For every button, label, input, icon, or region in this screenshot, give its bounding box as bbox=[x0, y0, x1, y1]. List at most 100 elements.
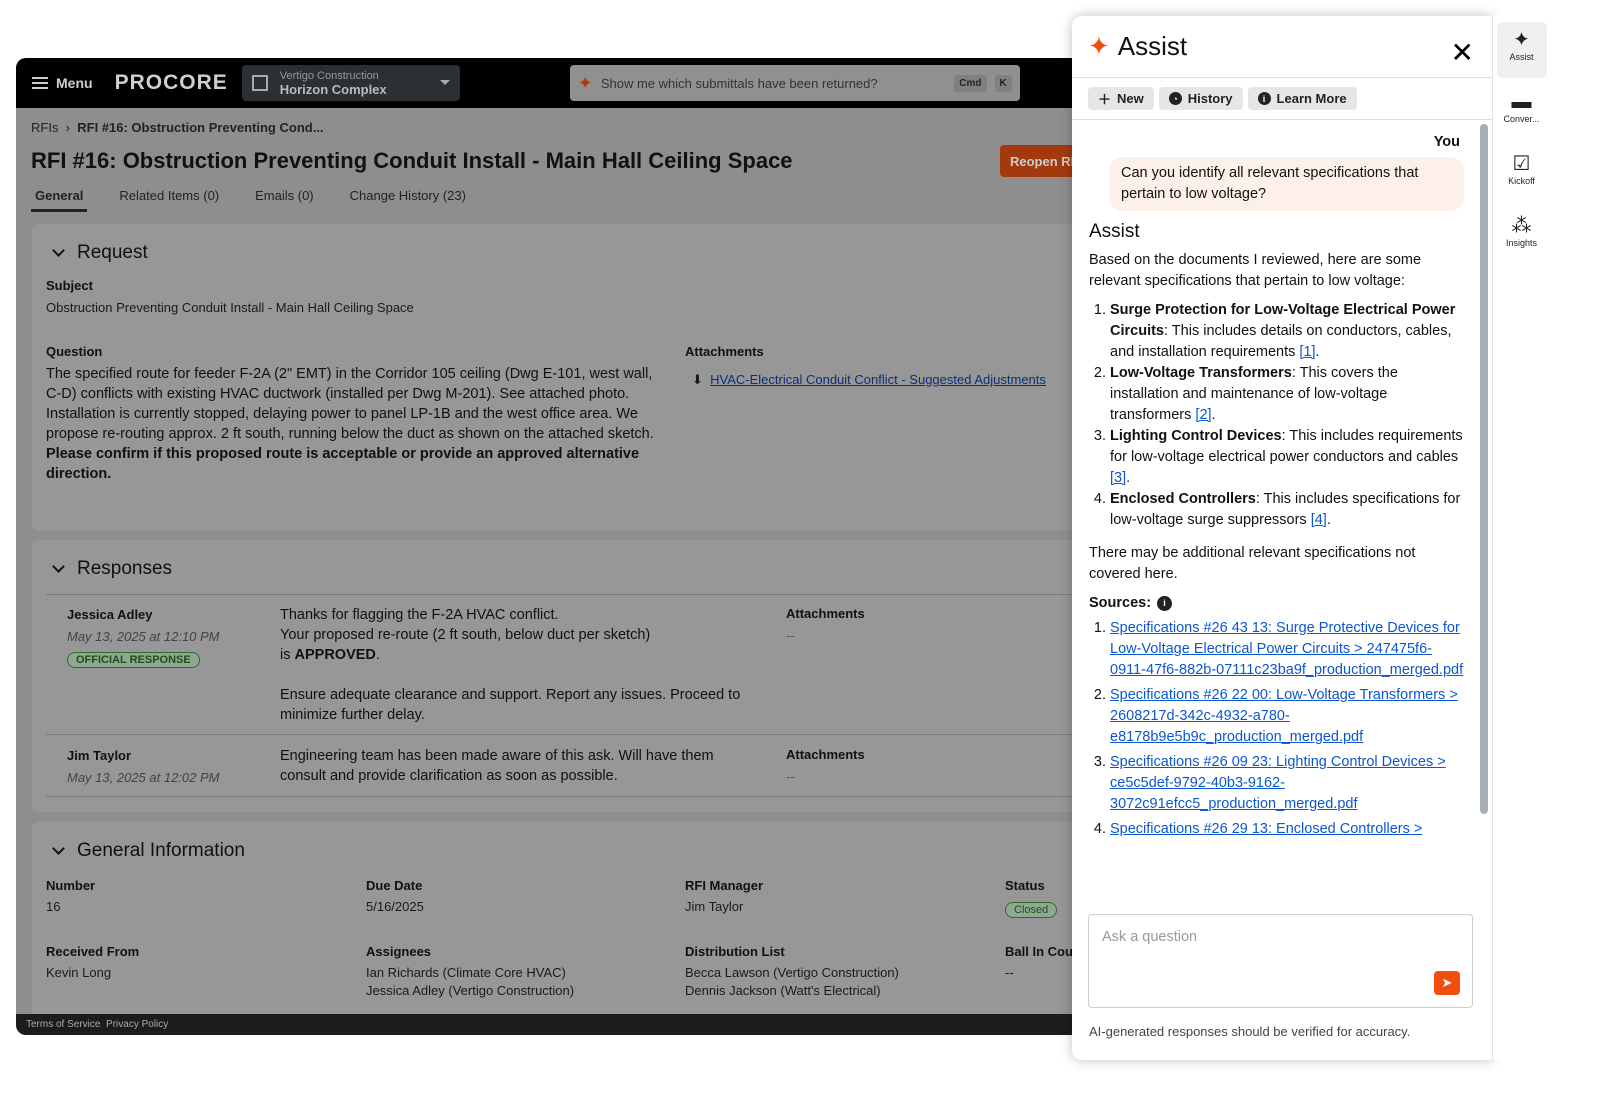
citation-link[interactable]: [2] bbox=[1195, 407, 1211, 423]
cloud-download-icon: ⬇ bbox=[692, 372, 703, 387]
project-selector[interactable]: Vertigo Construction Horizon Complex bbox=[241, 65, 460, 101]
subject-value: Obstruction Preventing Conduit Install -… bbox=[46, 300, 414, 315]
terms-link[interactable]: Terms of Service bbox=[26, 1019, 100, 1030]
tab-emails[interactable]: Emails (0) bbox=[251, 186, 318, 212]
responses-toggle[interactable]: Responses bbox=[52, 558, 172, 580]
subject-label: Subject bbox=[46, 278, 93, 293]
spec-title: Low-Voltage Transformers bbox=[1110, 365, 1292, 381]
send-button[interactable]: ➤ bbox=[1434, 971, 1460, 995]
assist-search-bar[interactable]: ✦ Show me which submittals have been retu… bbox=[569, 65, 1020, 101]
assist-intro: Based on the documents I reviewed, here … bbox=[1089, 252, 1422, 289]
learn-more-label: Learn More bbox=[1276, 91, 1347, 106]
breadcrumb-current: RFI #16: Obstruction Preventing Cond... bbox=[77, 120, 324, 135]
response-date: May 13, 2025 at 12:02 PM bbox=[67, 770, 220, 785]
general-info-toggle[interactable]: General Information bbox=[52, 840, 245, 862]
distribution-list: Becca Lawson (Vertigo Construction) Denni… bbox=[685, 964, 899, 1000]
sources-label: Sources: bbox=[1089, 595, 1152, 611]
source-link[interactable]: Specifications #26 09 23: Lighting Contr… bbox=[1110, 754, 1446, 812]
spec-title: Lighting Control Devices bbox=[1110, 428, 1282, 444]
assignees-list: Ian Richards (Climate Core HVAC) Jessica … bbox=[366, 964, 574, 1000]
source-link[interactable]: Specifications #26 43 13: Surge Protecti… bbox=[1110, 620, 1463, 678]
response-line: Your proposed re-route (2 ft south, belo… bbox=[280, 627, 651, 643]
status-badge: Closed bbox=[1005, 900, 1058, 918]
general-information-section: General Information Number 16 Due Date 5… bbox=[32, 822, 1092, 1022]
distribution-list-label: Distribution List bbox=[685, 944, 785, 959]
ball-in-court-label: Ball In Court bbox=[1005, 944, 1083, 959]
question-body: The specified route for feeder F-2A (2" … bbox=[46, 364, 671, 484]
rail-insights[interactable]: ⁂ Insights bbox=[1497, 208, 1547, 264]
section-heading: General Information bbox=[77, 840, 245, 861]
user-label: You bbox=[1433, 134, 1460, 150]
scrollbar[interactable] bbox=[1480, 124, 1488, 814]
rail-label: Insights bbox=[1505, 238, 1538, 248]
new-label: New bbox=[1117, 91, 1144, 106]
rail-conversations[interactable]: ▬ Conver... bbox=[1497, 84, 1547, 140]
tab-general[interactable]: General bbox=[31, 186, 88, 212]
menu-button[interactable]: Menu bbox=[32, 75, 93, 91]
source-link[interactable]: Specifications #26 29 13: Enclosed Contr… bbox=[1110, 821, 1422, 837]
status-value: Closed bbox=[1005, 902, 1058, 918]
assist-title: Assist bbox=[1117, 31, 1188, 61]
insights-sparkle-icon: ⁂ bbox=[1511, 215, 1532, 237]
user-message: Can you identify all relevant specificat… bbox=[1109, 157, 1464, 211]
citation-link[interactable]: [4] bbox=[1311, 512, 1327, 528]
official-response-badge: OFFICIAL RESPONSE bbox=[67, 650, 200, 668]
text: is bbox=[280, 647, 295, 663]
info-icon: i bbox=[1257, 92, 1271, 105]
question-label: Question bbox=[46, 344, 103, 359]
request-section: Request Subject Obstruction Preventing C… bbox=[32, 224, 1092, 530]
caret-down-icon bbox=[439, 80, 450, 90]
text: . bbox=[375, 647, 380, 663]
learn-more-button[interactable]: i Learn More bbox=[1247, 87, 1357, 110]
attachment-link[interactable]: HVAC-Electrical Conduit Conflict - Sugge… bbox=[710, 372, 1046, 387]
page-title: RFI #16: Obstruction Preventing Conduit … bbox=[31, 148, 793, 173]
history-label: History bbox=[1187, 91, 1233, 106]
rail-label: Kickoff bbox=[1508, 176, 1535, 186]
rail-kickoff[interactable]: ☑ Kickoff bbox=[1497, 146, 1547, 202]
citation-link[interactable]: [3] bbox=[1110, 470, 1126, 486]
responder-name: Jim Taylor bbox=[67, 748, 132, 763]
spec-item: Lighting Control Devices: This includes … bbox=[1110, 426, 1464, 489]
plus-icon: ＋ bbox=[1098, 92, 1112, 107]
close-button[interactable]: ✕ bbox=[1451, 36, 1474, 69]
spec-title: Enclosed Controllers bbox=[1110, 491, 1256, 507]
breadcrumb: RFIs › RFI #16: Obstruction Preventing C… bbox=[31, 120, 324, 135]
tab-change-history[interactable]: Change History (23) bbox=[346, 186, 470, 212]
source-item: Specifications #26 43 13: Surge Protecti… bbox=[1110, 618, 1464, 681]
divider bbox=[46, 734, 1092, 735]
input-placeholder: Ask a question bbox=[1102, 929, 1198, 945]
assist-label: Assist bbox=[1089, 221, 1140, 242]
history-button[interactable]: ◔ History bbox=[1158, 87, 1243, 110]
assist-header: ✦ Assist bbox=[1072, 16, 1492, 78]
section-heading: Request bbox=[77, 242, 148, 263]
breadcrumb-rfis[interactable]: RFIs bbox=[31, 120, 58, 135]
chevron-down-icon bbox=[52, 244, 65, 257]
attachments-value: -- bbox=[786, 769, 795, 784]
question-text: The specified route for feeder F-2A (2" … bbox=[46, 366, 654, 442]
ask-question-input[interactable]: Ask a question ➤ bbox=[1088, 914, 1473, 1008]
request-toggle[interactable]: Request bbox=[52, 242, 148, 264]
badge-label: OFFICIAL RESPONSE bbox=[67, 652, 200, 668]
project-name: Horizon Complex bbox=[279, 81, 387, 97]
hamburger-icon bbox=[32, 77, 48, 89]
privacy-link[interactable]: Privacy Policy bbox=[106, 1019, 168, 1030]
procore-app: Menu PROCORE Vertigo Construction Horizon… bbox=[16, 58, 1096, 1035]
citation-link[interactable]: [1] bbox=[1299, 344, 1315, 360]
rail-label: Conver... bbox=[1503, 114, 1540, 124]
rail-assist[interactable]: ✦ Assist bbox=[1496, 22, 1547, 78]
footer: Terms of Service Privacy Policy bbox=[16, 1014, 1096, 1035]
tabs: General Related Items (0) Emails (0) Cha… bbox=[31, 186, 470, 212]
building-icon bbox=[251, 75, 268, 91]
info-icon[interactable]: i bbox=[1157, 596, 1173, 611]
spec-item: Low-Voltage Transformers: This covers th… bbox=[1110, 363, 1464, 426]
attachments-value: -- bbox=[786, 628, 795, 643]
company-name: Vertigo Construction bbox=[279, 69, 379, 82]
spec-item: Surge Protection for Low-Voltage Electri… bbox=[1110, 300, 1464, 363]
response-line: Ensure adequate clearance and support. R… bbox=[280, 687, 741, 723]
question-emphasis: Please confirm if this proposed route is… bbox=[46, 446, 640, 482]
received-from-label: Received From bbox=[46, 944, 140, 959]
source-link[interactable]: Specifications #26 22 00: Low-Voltage Tr… bbox=[1110, 687, 1458, 745]
new-button[interactable]: ＋ New bbox=[1088, 87, 1154, 110]
tab-related-items[interactable]: Related Items (0) bbox=[115, 186, 223, 212]
response-date: May 13, 2025 at 12:10 PM bbox=[67, 629, 220, 644]
